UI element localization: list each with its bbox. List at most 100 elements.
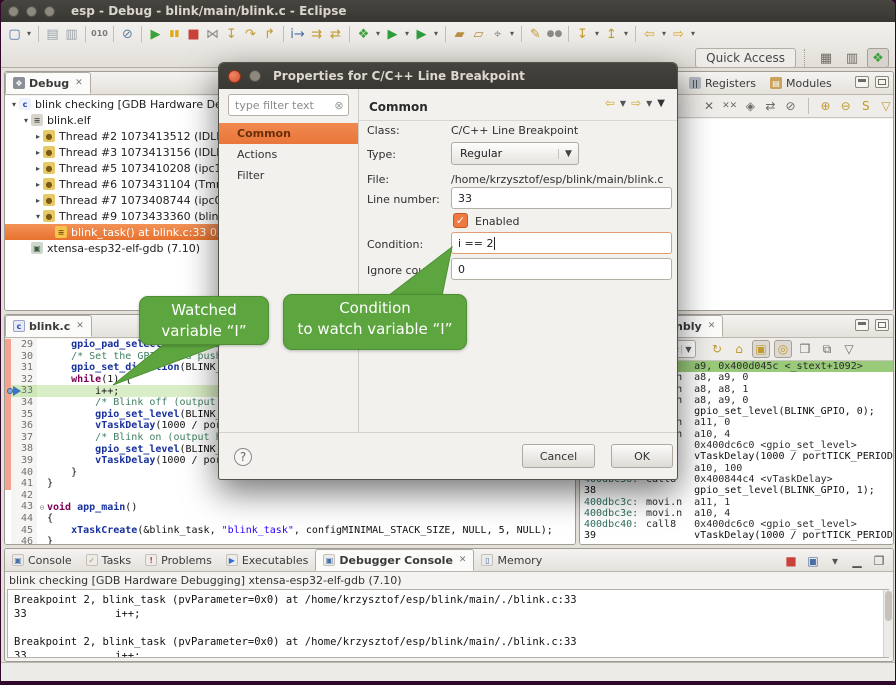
sync-with-pc-icon[interactable]: ◎ (774, 340, 792, 358)
tree-expander-icon[interactable]: ▸ (33, 164, 43, 173)
refresh-view-icon[interactable]: ↻ (708, 340, 726, 358)
forward-icon[interactable]: ⇨ (631, 96, 641, 110)
goto-dropdown-icon[interactable]: ▾ (621, 25, 631, 44)
debug-tree-item[interactable]: ▣xtensa-esp32-elf-gdb (7.10) (5, 240, 219, 256)
debug-tree-item[interactable]: ▾●Thread #9 1073433360 (blink_task) (Sus… (5, 208, 219, 224)
instruction-stepping-icon[interactable]: i→ (288, 25, 307, 44)
tab-tasks[interactable]: ✓Tasks (79, 549, 138, 571)
tree-expander-icon[interactable]: ▾ (9, 100, 19, 109)
ignore-count-input[interactable]: 0 (451, 258, 672, 280)
cancel-button[interactable]: Cancel (522, 444, 595, 468)
quick-access-button[interactable]: Quick Access (695, 48, 796, 68)
chevron-down-icon[interactable]: ▼ (681, 345, 695, 354)
run-icon[interactable]: ▶ (383, 25, 402, 44)
console-scrollbar[interactable] (883, 590, 893, 657)
binary-upload-icon[interactable]: 010 (90, 25, 109, 44)
line-number[interactable]: 34 (11, 397, 37, 409)
debug-dropdown-icon[interactable]: ▾ (373, 25, 383, 44)
dialog-nav-actions[interactable]: Actions (219, 144, 358, 165)
close-icon[interactable]: ✕ (459, 555, 467, 565)
open-perspective-button[interactable]: ▦ (815, 48, 837, 68)
show-source-icon[interactable]: ▣ (752, 340, 770, 358)
back-dropdown-icon[interactable]: ▾ (659, 25, 669, 44)
save-icon[interactable]: ▤ (43, 25, 62, 44)
dialog-close-icon[interactable] (228, 70, 241, 83)
external-tools-dropdown-icon[interactable]: ▾ (431, 25, 441, 44)
line-number[interactable]: 29 (11, 339, 37, 351)
condition-input[interactable]: i == 2 (451, 232, 672, 254)
skip-all-breakpoints-icon[interactable]: ⊘ (784, 97, 798, 115)
debugger-console-output[interactable]: Breakpoint 2, blink_task (pvParameter=0x… (7, 589, 889, 658)
type-select[interactable]: Regular ▼ (451, 142, 579, 165)
link-with-debug-view-icon[interactable]: S (859, 97, 873, 115)
save-all-icon[interactable]: ▥ (62, 25, 81, 44)
filter-input[interactable]: type filter text ⊗ (228, 94, 349, 116)
line-number[interactable]: 31 (11, 362, 37, 374)
close-icon[interactable]: ✕ (708, 321, 716, 331)
expand-all-icon[interactable]: ⊕ (818, 97, 832, 115)
tab-executables[interactable]: ▶Executables (219, 549, 316, 571)
tab-console[interactable]: ▣Console (5, 549, 79, 571)
open-type-icon[interactable]: ▰ (450, 25, 469, 44)
minimize-icon[interactable]: ▁ (849, 553, 865, 569)
mark-occurrences-icon[interactable]: ✎ (526, 25, 545, 44)
line-number[interactable]: 46 (11, 536, 37, 545)
dialog-nav-filter[interactable]: Filter (219, 165, 358, 186)
line-number[interactable]: 30 (11, 351, 37, 363)
goto-last-position-icon[interactable]: ↥ (602, 25, 621, 44)
home-icon[interactable]: ⌂ (730, 340, 748, 358)
back-dropdown-icon[interactable]: ▼ (620, 99, 626, 108)
close-icon[interactable]: ✕ (76, 321, 84, 331)
display-selected-console-icon[interactable]: ▣ (805, 553, 821, 569)
run-dropdown-icon[interactable]: ▾ (402, 25, 412, 44)
tree-expander-icon[interactable]: ▸ (33, 196, 43, 205)
disconnect-icon[interactable]: ⋈ (203, 25, 222, 44)
tree-expander-icon[interactable]: ▸ (33, 180, 43, 189)
minimize-icon[interactable] (855, 319, 869, 331)
tab-problems[interactable]: !Problems (138, 549, 219, 571)
resume-icon[interactable]: ▶ (146, 25, 165, 44)
goto-file-for-breakpoint-icon[interactable]: ⇄ (763, 97, 777, 115)
fold-toggle-icon[interactable]: ⊖ (37, 503, 47, 512)
terminate-icon[interactable]: ■ (184, 25, 203, 44)
search-dropdown-icon[interactable]: ▾ (507, 25, 517, 44)
line-number[interactable]: 44 (11, 513, 37, 525)
tab-blink-c[interactable]: c blink.c ✕ (5, 315, 92, 337)
skip-all-breakpoints-icon[interactable]: ⊘ (118, 25, 137, 44)
last-edit-location-icon[interactable]: ↧ (573, 25, 592, 44)
view-menu-icon[interactable]: ▽ (840, 340, 858, 358)
view-menu-icon[interactable]: ▽ (879, 97, 893, 115)
maximize-icon[interactable] (875, 76, 889, 88)
tree-expander-icon[interactable]: ▾ (33, 212, 43, 221)
debug-tree-item[interactable]: ▸●Thread #6 1073431104 (Tmr Svc) (Suspen… (5, 176, 219, 192)
debug-tree-selected-frame[interactable]: ≡blink_task() at blink.c:33 0x400dbc22 (5, 224, 219, 240)
line-number[interactable]: 35 (11, 409, 37, 421)
search-icon[interactable]: ⌖ (488, 25, 507, 44)
tab-debug[interactable]: ❖ Debug ✕ (5, 72, 91, 94)
dialog-minimize-icon[interactable] (249, 70, 261, 82)
collapse-all-icon[interactable]: ⊖ (839, 97, 853, 115)
line-number[interactable]: 36 (11, 420, 37, 432)
cpp-perspective-button[interactable]: ▥ (841, 48, 863, 68)
show-supported-breakpoints-icon[interactable]: ◈ (743, 97, 757, 115)
minimize-icon[interactable] (855, 76, 869, 88)
step-over-icon[interactable]: ↷ (241, 25, 260, 44)
debug-tree-item[interactable]: ▸●Thread #5 1073410208 (ipc1) (Suspended… (5, 160, 219, 176)
line-number[interactable]: 41 (11, 478, 37, 490)
drop-to-frame-icon[interactable]: ⇉ (307, 25, 326, 44)
remove-all-breakpoints-icon[interactable]: ✕✕ (722, 97, 737, 115)
maximize-icon[interactable]: ❐ (871, 553, 887, 569)
window-close-icon[interactable] (8, 6, 19, 17)
back-icon[interactable]: ⇦ (640, 25, 659, 44)
step-return-icon[interactable]: ↱ (260, 25, 279, 44)
breakpoint-instruction-pointer-icon[interactable] (5, 385, 21, 396)
back-icon[interactable]: ⇦ (605, 96, 615, 110)
terminate-console-icon[interactable]: ■ (783, 553, 799, 569)
remove-breakpoint-icon[interactable]: ✕ (702, 97, 716, 115)
open-new-view-icon[interactable]: ❒ (796, 340, 814, 358)
forward-dropdown-icon[interactable]: ▾ (688, 25, 698, 44)
debug-perspective-button[interactable]: ❖ (867, 48, 889, 68)
debug-tree-item[interactable]: ▸●Thread #2 1073413512 (IDLE : Running) (5, 128, 219, 144)
line-number[interactable]: 39 (11, 455, 37, 467)
maximize-icon[interactable] (875, 319, 889, 331)
